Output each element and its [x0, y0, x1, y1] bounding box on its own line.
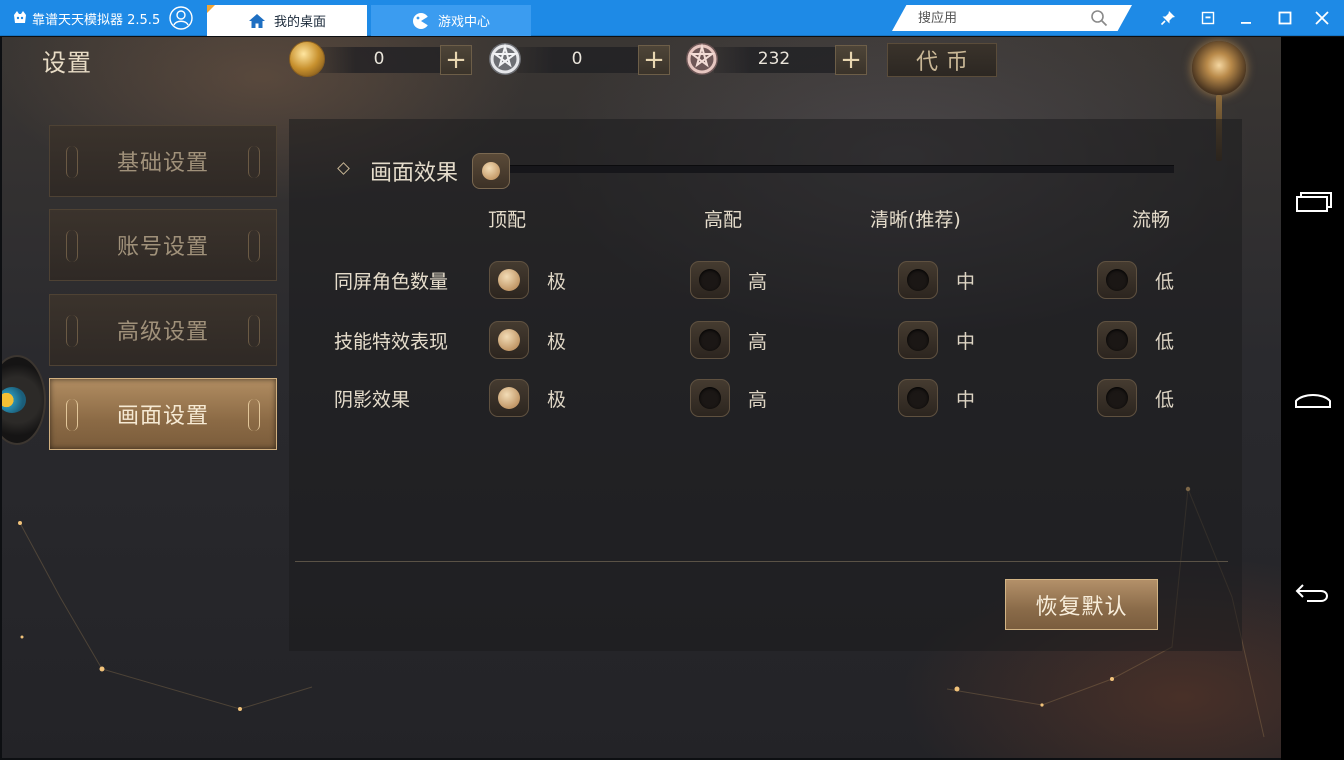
option-label: 极 [547, 271, 567, 293]
option-label: 低 [1155, 389, 1175, 411]
option-label: 中 [956, 389, 976, 411]
option-label: 中 [956, 331, 976, 353]
ornament [248, 399, 260, 431]
slider-thumb[interactable] [472, 153, 510, 189]
close-icon [1315, 11, 1329, 25]
option-label: 高 [748, 271, 768, 293]
radio-skill-effects-ultra[interactable] [489, 321, 529, 359]
currency-value: 0 [373, 49, 385, 69]
minimize-button[interactable] [1236, 8, 1256, 28]
ornament [248, 230, 260, 262]
compass-ornament-icon[interactable] [1192, 41, 1246, 95]
ornament [66, 146, 78, 178]
row-label-skill-effects: 技能特效表现 [334, 331, 449, 353]
divider [295, 561, 1228, 562]
radio-character-count-low[interactable] [1097, 261, 1137, 299]
nav-label: 高级设置 [116, 320, 209, 345]
nav-graphics-settings[interactable]: 画面设置 [49, 378, 277, 450]
silver-coin-icon [489, 43, 521, 75]
row-label-character-count: 同屏角色数量 [334, 271, 449, 293]
tab-label: 游戏中心 [437, 15, 490, 30]
home-icon [1295, 394, 1331, 408]
radio-shadow-effects-low[interactable] [1097, 379, 1137, 417]
option-label: 极 [547, 389, 567, 411]
radio-skill-effects-high[interactable] [690, 321, 730, 359]
user-account-icon[interactable] [169, 6, 193, 30]
maximize-icon [1278, 11, 1292, 25]
app-title-text: 靠谱天天模拟器 2.5.5 [32, 12, 161, 28]
add-copper-button[interactable]: + [835, 45, 867, 75]
nav-label: 画面设置 [116, 404, 209, 429]
section-title: 画面效果 [370, 161, 459, 186]
app-title: 靠谱天天模拟器 2.5.5 [12, 0, 160, 36]
minimize-icon [1241, 22, 1251, 24]
column-header: 高配 [704, 209, 743, 231]
option-label: 低 [1155, 271, 1175, 293]
search-input[interactable] [918, 8, 1088, 28]
graphics-quality-slider[interactable] [472, 153, 1174, 189]
restore-icon [1201, 11, 1215, 25]
back-icon [1295, 584, 1328, 602]
radio-shadow-effects-medium[interactable] [898, 379, 938, 417]
radio-skill-effects-low[interactable] [1097, 321, 1137, 359]
ornament [66, 399, 78, 431]
radio-shadow-effects-high[interactable] [690, 379, 730, 417]
emulator-titlebar: 靠谱天天模拟器 2.5.5 我的桌面 游戏中心 [0, 0, 1344, 36]
recent-apps-button[interactable] [1293, 187, 1333, 217]
restore-window-button[interactable] [1198, 8, 1218, 28]
ornament [248, 315, 260, 347]
app-search-box[interactable] [892, 5, 1132, 31]
token-button[interactable]: 代币 [887, 43, 997, 77]
add-silver-button[interactable]: + [638, 45, 670, 75]
radio-character-count-high[interactable] [690, 261, 730, 299]
nav-label: 账号设置 [116, 235, 209, 260]
pin-button[interactable] [1158, 8, 1178, 28]
restore-defaults-button[interactable]: 恢复默认 [1005, 579, 1158, 630]
radio-character-count-medium[interactable] [898, 261, 938, 299]
back-button[interactable] [1293, 577, 1333, 607]
gold-coin-icon [289, 41, 325, 77]
currency-value: 232 [757, 49, 791, 69]
page-title: 设置 [42, 49, 92, 77]
android-navigation-bar [1281, 37, 1344, 760]
radio-shadow-effects-ultra[interactable] [489, 379, 529, 417]
radio-character-count-ultra[interactable] [489, 261, 529, 299]
ornament [66, 230, 78, 262]
row-label-shadow-effects: 阴影效果 [334, 389, 411, 411]
option-label: 高 [748, 331, 768, 353]
option-label: 高 [748, 389, 768, 411]
copper-coin-icon [686, 43, 718, 75]
add-gold-button[interactable]: + [440, 45, 472, 75]
home-icon [248, 13, 265, 28]
nav-advanced-settings[interactable]: 高级设置 [49, 294, 277, 366]
column-header: 顶配 [488, 209, 527, 231]
gamepad-icon [412, 12, 429, 29]
slider-track[interactable] [492, 165, 1174, 173]
search-icon[interactable] [1090, 9, 1108, 27]
fish-eye-icon [2, 387, 26, 413]
recent-apps-icon [1296, 192, 1332, 212]
column-header: 清晰(推荐) [870, 209, 961, 231]
ornament [66, 315, 78, 347]
close-button[interactable] [1312, 8, 1332, 28]
option-label: 极 [547, 331, 567, 353]
pin-icon [1160, 11, 1175, 26]
tab-label: 我的桌面 [273, 15, 326, 30]
currency-value: 0 [571, 49, 583, 69]
game-screen: 设置 0 + 0 + 232 + 代币 基础设置 账号设置 高级设置 画面设置 … [2, 37, 1281, 758]
nav-account-settings[interactable]: 账号设置 [49, 209, 277, 281]
nav-label: 基础设置 [116, 151, 209, 176]
radio-skill-effects-medium[interactable] [898, 321, 938, 359]
tab-my-desktop[interactable]: 我的桌面 [207, 5, 367, 36]
ornament [248, 146, 260, 178]
nav-basic-settings[interactable]: 基础设置 [49, 125, 277, 197]
android-home-button[interactable] [1293, 383, 1333, 413]
maximize-button[interactable] [1275, 8, 1295, 28]
option-label: 中 [956, 271, 976, 293]
column-header: 流畅 [1132, 209, 1171, 231]
slider-knob-icon [482, 162, 500, 180]
option-label: 低 [1155, 331, 1175, 353]
app-logo-icon [14, 11, 26, 23]
tab-game-center[interactable]: 游戏中心 [371, 5, 531, 36]
